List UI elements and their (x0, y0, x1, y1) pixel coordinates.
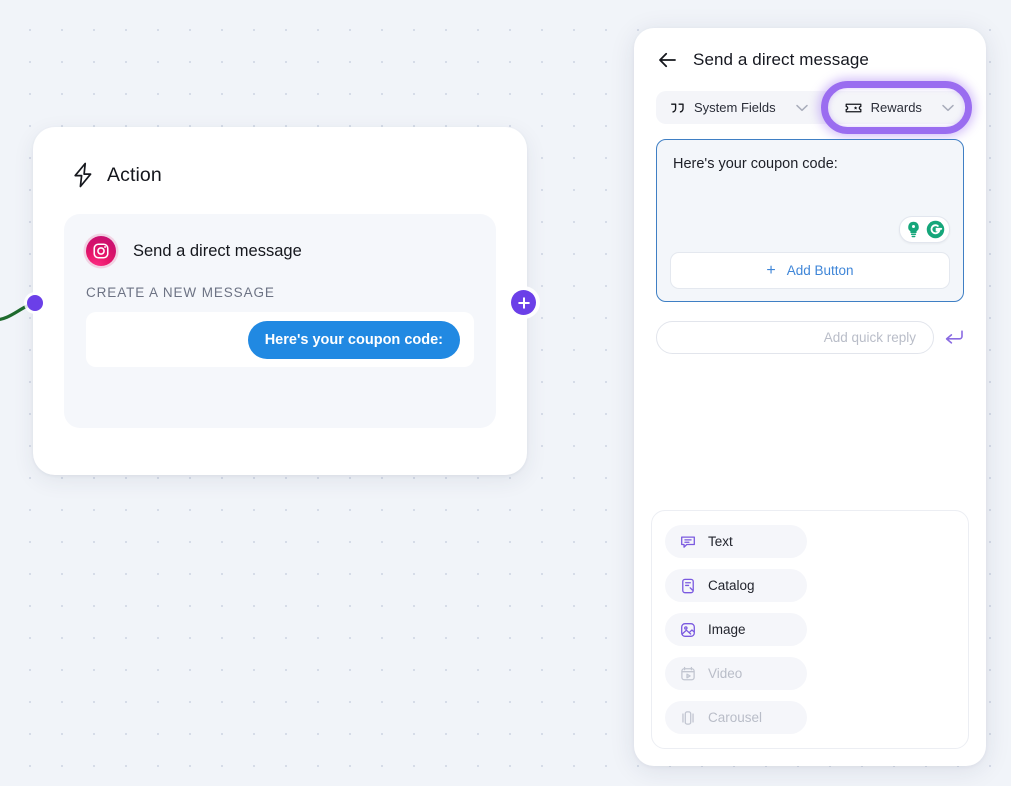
quick-reply-row: Add quick reply (656, 321, 964, 354)
chevron-down-icon[interactable] (796, 104, 808, 112)
video-icon (679, 665, 697, 683)
node-title: Action (107, 164, 162, 187)
create-message-label: CREATE A NEW MESSAGE (86, 285, 474, 300)
type-label-text: Text (708, 534, 733, 549)
action-node-card[interactable]: Action Send a direct message CREATE A NE… (33, 127, 527, 475)
content-type-picker: Text Catalog Image (651, 510, 969, 749)
type-button-image[interactable]: Image (665, 613, 807, 646)
type-button-carousel: Carousel (665, 701, 807, 734)
add-button-label: Add Button (787, 263, 854, 278)
text-bubble-icon (679, 533, 697, 551)
quick-reply-input[interactable]: Add quick reply (656, 321, 934, 354)
instagram-icon (86, 236, 116, 266)
toolbar-label-rewards: Rewards (871, 100, 922, 115)
message-editor-panel[interactable]: Send a direct message System Fields (634, 28, 986, 766)
lightning-bolt-icon (72, 162, 94, 188)
type-label-video: Video (708, 666, 742, 681)
add-button-button[interactable]: + Add Button (670, 252, 950, 289)
toolbar-item-system-fields[interactable]: System Fields (656, 91, 821, 124)
toolbar-label-system-fields: System Fields (694, 100, 776, 115)
message-bubble[interactable]: Here's your coupon code: (248, 321, 460, 359)
quick-reply-placeholder: Add quick reply (824, 330, 916, 345)
reward-ticket-icon (845, 101, 862, 115)
grammarly-g-icon[interactable] (925, 219, 946, 240)
insert-toolbar: System Fields Rewards (656, 91, 964, 124)
type-button-text[interactable]: Text (665, 525, 807, 558)
arrow-left-icon[interactable] (658, 52, 677, 68)
message-editor-text[interactable]: Here's your coupon code: (673, 156, 947, 172)
type-label-image: Image (708, 622, 746, 637)
enter-return-icon[interactable] (944, 329, 964, 346)
message-preview-strip: Here's your coupon code: (86, 312, 474, 367)
grammarly-badge[interactable] (899, 216, 950, 243)
node-output-add-port[interactable] (511, 290, 536, 315)
carousel-icon (679, 709, 697, 727)
type-button-catalog[interactable]: Catalog (665, 569, 807, 602)
toolbar-item-rewards[interactable]: Rewards (831, 91, 967, 124)
node-body: Send a direct message CREATE A NEW MESSA… (64, 214, 496, 428)
panel-header: Send a direct message (634, 28, 986, 70)
channel-label: Send a direct message (133, 242, 302, 261)
plus-icon (517, 296, 531, 310)
type-button-video: Video (665, 657, 807, 690)
node-header: Action (33, 127, 527, 188)
panel-title: Send a direct message (693, 50, 869, 70)
type-label-catalog: Catalog (708, 578, 755, 593)
message-editor-box[interactable]: Here's your coupon code: + Add Button (656, 139, 964, 302)
chevron-down-icon[interactable] (942, 104, 954, 112)
grammarly-bulb-icon[interactable] (903, 219, 924, 240)
node-input-port[interactable] (27, 295, 43, 311)
plus-icon: + (766, 263, 775, 279)
image-icon (679, 621, 697, 639)
channel-row: Send a direct message (86, 236, 474, 266)
catalog-doc-icon (679, 577, 697, 595)
type-label-carousel: Carousel (708, 710, 762, 725)
quote-marks-icon (670, 101, 685, 115)
